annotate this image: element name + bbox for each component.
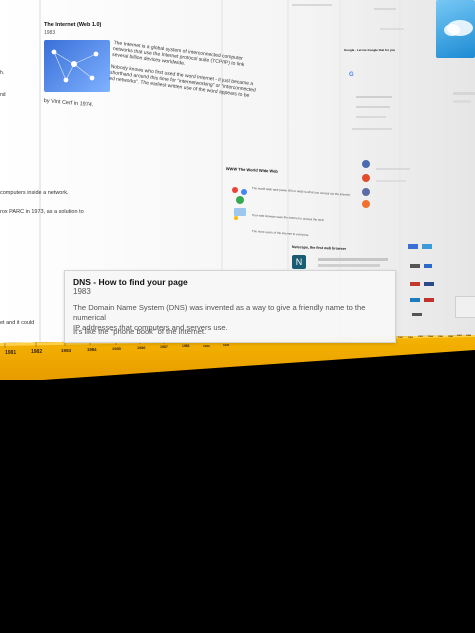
left-fragment-4: rox PARC in 1973, as a solution to <box>0 209 84 215</box>
timeline-year: 1984 <box>87 347 97 352</box>
timeline-year: 1994 <box>428 336 433 338</box>
internet-network-image <box>44 40 110 92</box>
dns-info-card[interactable]: DNS - How to find your page 1983 The Dom… <box>64 270 396 343</box>
logo-1 <box>408 244 418 249</box>
empty-black-area <box>0 384 475 633</box>
dns-card-title: DNS - How to find your page <box>73 277 188 287</box>
right-line-1 <box>453 92 475 95</box>
timeline-year: 1998 <box>466 335 471 337</box>
timeline-year: 1986 <box>137 346 146 350</box>
top-fragment-1 <box>292 4 332 6</box>
timeline-year: 1997 <box>457 335 462 337</box>
logo-3 <box>410 264 420 268</box>
netscape-n-icon: N <box>292 255 306 269</box>
timeline-year: 1987 <box>160 345 168 349</box>
timeline-year: 1992 <box>408 337 413 339</box>
timeline-year: 1985 <box>112 346 121 351</box>
google-line-4 <box>352 128 392 130</box>
social-icon-3 <box>362 188 370 196</box>
timeline-year: 1990 <box>223 343 230 347</box>
social-icon-2 <box>362 174 370 182</box>
timeline-year: 1995 <box>438 336 443 338</box>
logo-7 <box>410 298 420 302</box>
internet-card-year: 1983 <box>44 30 56 36</box>
social-line-2 <box>376 180 406 182</box>
timeline-year: 1981 <box>5 350 17 356</box>
logo-6 <box>424 282 434 286</box>
netscape-text-placeholder-2 <box>318 264 380 267</box>
logo-8 <box>424 298 434 302</box>
left-fragment-3: computers inside a network. <box>0 190 69 196</box>
right-card-small <box>455 296 475 318</box>
google-line-2 <box>356 106 390 108</box>
logo-4 <box>424 264 432 268</box>
left-fragment-2: nd <box>0 92 6 98</box>
left-fragment-5: et and it could <box>0 320 35 326</box>
google-g-icon: G <box>349 72 354 78</box>
dns-card-year: 1983 <box>73 287 91 296</box>
timeline-year: 1982 <box>31 349 43 355</box>
google-line-3 <box>356 116 386 118</box>
right-line-2 <box>453 100 471 103</box>
social-icon-4 <box>362 200 370 208</box>
social-icon-1 <box>362 160 370 168</box>
dns-card-body-line-3: It's like the “phone book” of the intern… <box>73 327 207 336</box>
logo-2 <box>422 244 432 249</box>
top-fragment-3 <box>380 28 404 30</box>
screen: h. nd computers inside a network. rox PA… <box>0 0 475 633</box>
timeline-year: 1988 <box>182 344 190 348</box>
logo-9 <box>412 313 422 316</box>
left-fragment-1: h. <box>0 70 5 76</box>
google-line-1 <box>356 96 392 98</box>
timeline-year: 1989 <box>203 344 210 348</box>
cloud-image <box>436 0 475 58</box>
internet-card-title: The Internet (Web 1.0) <box>44 22 102 28</box>
timeline-year: 1996 <box>448 336 453 338</box>
timeline-year: 1983 <box>61 348 72 353</box>
logo-5 <box>410 282 420 286</box>
timeline-year: 1993 <box>418 336 423 338</box>
dns-card-body-line-1: The Domain Name System (DNS) was invente… <box>73 303 366 322</box>
social-line-1 <box>376 168 410 170</box>
www-icons-cluster <box>232 187 247 220</box>
timeline-year: 1991 <box>398 337 403 339</box>
top-fragment-2 <box>374 8 396 10</box>
netscape-text-placeholder <box>318 258 388 261</box>
google-card-title: Google - Let me Google that for you <box>344 48 396 52</box>
